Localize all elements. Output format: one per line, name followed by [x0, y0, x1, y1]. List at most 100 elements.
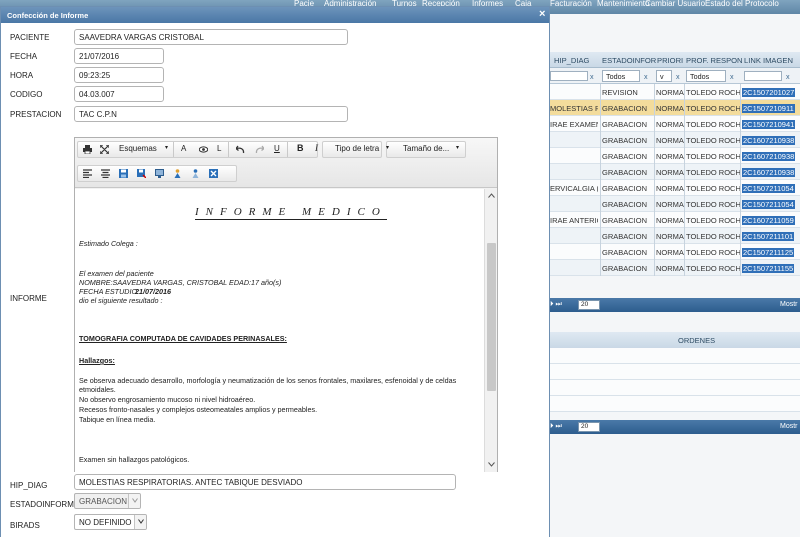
estado-filter-select[interactable]: Todos — [602, 70, 640, 82]
codigo-field[interactable]: 04.03.007 — [74, 86, 164, 102]
column-header[interactable]: ESTADOINFOR — [602, 56, 656, 65]
pager-nav[interactable]: ⏵ ⏭ — [550, 423, 562, 431]
hip-diag-field[interactable]: MOLESTIAS RESPIRATORIAS. ANTEC TABIQUE D… — [74, 474, 456, 490]
select-arrow[interactable] — [134, 515, 146, 529]
table-row[interactable]: REVISION NORMAL TOLEDO ROCH 2C1507201027 — [548, 84, 800, 100]
table-row[interactable]: GRABACION NORMAL TOLEDO ROCH 2C1507211125 — [548, 244, 800, 260]
font-size-select[interactable]: Tamaño de... — [403, 144, 449, 153]
priori-filter-select[interactable]: v — [656, 70, 672, 82]
clear-filter-icon[interactable]: x — [644, 72, 648, 81]
undo-icon[interactable] — [232, 141, 248, 158]
hora-field[interactable]: 09:23:25 — [74, 67, 164, 83]
table-cell: NORMAL — [656, 88, 685, 97]
italic-button[interactable]: I — [315, 143, 318, 153]
table-row[interactable]: GRABACION NORMAL TOLEDO ROCH 2C1607210938 — [548, 148, 800, 164]
select-arrow[interactable] — [128, 494, 140, 508]
table-cell[interactable]: 2C1507210941 — [742, 120, 796, 129]
page-size-select[interactable]: 20 — [578, 300, 600, 310]
scroll-down-icon[interactable] — [488, 462, 495, 467]
underline-button[interactable]: U — [274, 144, 280, 153]
table-row[interactable] — [548, 348, 800, 364]
align-center-icon[interactable] — [97, 165, 113, 182]
save-as-icon[interactable] — [133, 165, 149, 182]
doc-paragraph: etmoidales. — [79, 385, 116, 394]
table-row[interactable]: GRABACION NORMAL TOLEDO ROCH 2C1507211155 — [548, 260, 800, 276]
redo-icon[interactable] — [251, 141, 267, 158]
eye-icon[interactable] — [195, 141, 211, 158]
close-icon[interactable]: × — [539, 9, 545, 20]
table-row[interactable]: ERVICALGIA (GRABACION NORMAL TOLEDO ROCH 2C… — [548, 180, 800, 196]
nav-item[interactable]: Facturación — [550, 0, 592, 8]
background-main-panel: HIP_DIAG ESTADOINFOR PRIORI PROF. RESPON… — [548, 14, 800, 537]
nav-item[interactable]: Estado del Protocolo — [705, 0, 779, 8]
save-icon[interactable] — [115, 165, 131, 182]
column-header[interactable]: HIP_DIAG — [554, 56, 589, 65]
table-row[interactable]: GRABACION NORMAL TOLEDO ROCH 2C1607210938 — [548, 164, 800, 180]
table-cell[interactable]: 2C1507211054 — [742, 184, 795, 193]
doc-line: FECHA ESTUDIO: — [79, 287, 140, 296]
editor-scrollbar[interactable] — [484, 189, 497, 472]
align-left-icon[interactable] — [79, 165, 95, 182]
column-divider — [684, 84, 685, 100]
table-cell[interactable]: 2C1507201027 — [742, 88, 796, 97]
table-cell[interactable]: 2C1507211125 — [742, 248, 795, 257]
filter-input[interactable] — [550, 71, 588, 81]
monitor-icon[interactable] — [151, 165, 167, 182]
pager-nav[interactable]: ⏵ ⏭ — [550, 301, 562, 309]
prof-filter-select[interactable]: Todos — [686, 70, 726, 82]
clear-filter-icon[interactable]: x — [590, 72, 594, 81]
print-icon[interactable] — [79, 141, 95, 158]
table-cell[interactable]: 2C1607210938 — [742, 168, 796, 177]
table-cell[interactable]: 2C1507211101 — [742, 232, 795, 241]
table-cell[interactable]: 2C1607210938 — [742, 136, 796, 145]
filter-input[interactable] — [744, 71, 782, 81]
scroll-thumb[interactable] — [487, 243, 496, 391]
clear-filter-icon[interactable]: x — [730, 72, 734, 81]
line-spacing-button[interactable]: L — [217, 144, 221, 153]
table-cell[interactable]: 2C1607211059 — [742, 216, 795, 225]
font-color-button[interactable]: A — [181, 144, 186, 153]
user-flag-icon[interactable] — [169, 165, 185, 182]
paciente-field[interactable]: SAAVEDRA VARGAS CRISTOBAL — [74, 29, 348, 45]
fullscreen-icon[interactable] — [96, 141, 112, 158]
page-size-select[interactable]: 20 — [578, 422, 600, 432]
table-row[interactable]: GRABACION NORMAL TOLEDO ROCH 2C1607210938 — [548, 132, 800, 148]
table-row[interactable]: MOLESTIAS RE GRABACION NORMALTOLEDO ROCH2C… — [548, 100, 800, 116]
column-header[interactable]: PRIORI — [657, 56, 683, 65]
table-row[interactable]: GRABACION NORMAL TOLEDO ROCH 2C1507211101 — [548, 228, 800, 244]
close-document-icon[interactable] — [205, 165, 221, 182]
table-row[interactable]: GRABACION NORMAL TOLEDO ROCH 2C1507211054 — [548, 196, 800, 212]
prestacion-field[interactable]: TAC C.P.N — [74, 106, 348, 122]
chevron-down-icon[interactable]: ▾ — [165, 144, 168, 151]
document-title: INFORME MEDICO — [195, 206, 387, 220]
dialog-title-bar[interactable]: Confección de Informe — [1, 7, 549, 23]
nav-item[interactable]: Mantenimiento — [597, 0, 649, 8]
esquemas-button[interactable]: Esquemas — [119, 144, 157, 153]
chevron-down-icon[interactable]: ▾ — [386, 144, 389, 151]
table-cell[interactable]: 2C1507211155 — [742, 264, 795, 273]
editor-content[interactable]: INFORME MEDICO Estimado Colega : El exam… — [75, 189, 484, 472]
table-cell[interactable]: 2C1507211054 — [742, 200, 795, 209]
table-row[interactable] — [548, 364, 800, 380]
column-header[interactable]: PROF. RESPON — [686, 56, 743, 65]
column-header[interactable]: LINK IMAGEN — [744, 56, 793, 65]
birads-select[interactable]: NO DEFINIDO — [74, 514, 147, 530]
font-family-select[interactable]: Tipo de letra — [335, 144, 379, 153]
estado-informe-select[interactable]: GRABACION — [74, 493, 141, 509]
table-cell: NORMAL — [656, 232, 685, 241]
clear-filter-icon[interactable]: x — [676, 72, 680, 81]
table-cell[interactable]: 2C1607210938 — [742, 152, 796, 161]
nav-item[interactable]: Cambiar Usuario — [645, 0, 705, 8]
fecha-label: FECHA — [10, 52, 38, 61]
table-row[interactable] — [548, 380, 800, 396]
clear-filter-icon[interactable]: x — [786, 72, 790, 81]
table-row[interactable]: IRAE EXAMENE GRABACION NORMALTOLEDO ROCH2C… — [548, 116, 800, 132]
bold-button[interactable]: B — [297, 143, 304, 153]
user-check-icon[interactable] — [187, 165, 203, 182]
table-row[interactable] — [548, 396, 800, 412]
chevron-down-icon[interactable]: ▾ — [456, 144, 459, 151]
fecha-field[interactable]: 21/07/2016 — [74, 48, 164, 64]
table-cell[interactable]: 2C1507210911 — [742, 104, 795, 113]
scroll-up-icon[interactable] — [488, 193, 495, 198]
table-row[interactable]: IRAE ANTERIO GRABACION NORMAL TOLEDO ROCH 2C… — [548, 212, 800, 228]
